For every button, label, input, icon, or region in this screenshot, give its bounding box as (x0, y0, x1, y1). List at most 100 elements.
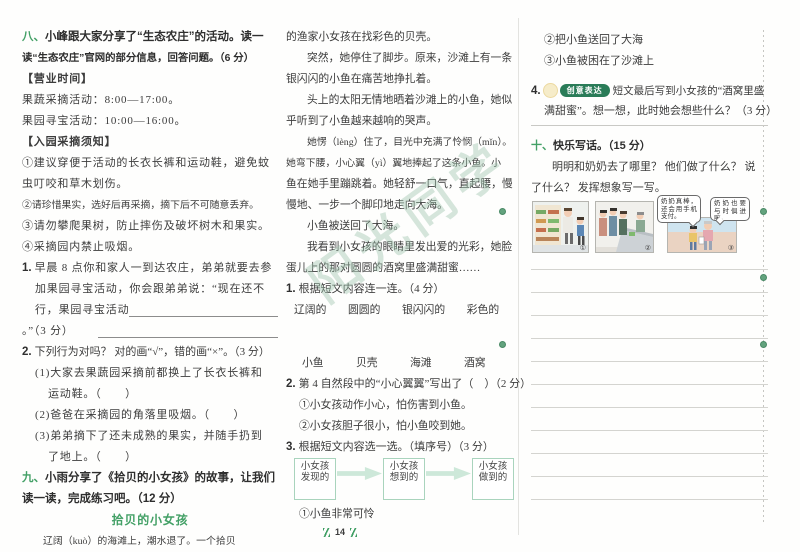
text-line: (1)大家去果蔬园采摘前都换上了长衣长裤和 (22, 363, 278, 384)
text-line: 突然，她停住了脚步。原来，沙滩上有一条 (286, 48, 515, 69)
flow-box: 小女孩 想到的 (383, 458, 425, 500)
edge-green-dot (760, 208, 767, 215)
line-text: 了什么？ 发挥想象写一写。 (531, 182, 666, 194)
worksheet-page: { "page": { "watermark": "阳光同学", "footer… (0, 0, 800, 551)
text-line: ①建议穿便于活动的长衣长裤和运动鞋，避免蚊 (22, 153, 278, 174)
line-number: 1. (286, 283, 296, 295)
text-line: 辽阔（kuò）的海滩上，潮水退了。一个拾贝 (22, 531, 278, 552)
creative-expression-badge: 创意表达 (559, 84, 610, 97)
line-text: 乎听到了小鱼越来越响的哭声。 (286, 115, 438, 127)
answer-blank-line (97, 321, 278, 338)
line-text: 拾贝的小女孩 (111, 513, 189, 527)
panel-3-number: ③ (727, 244, 734, 252)
edge-green-dot (760, 341, 767, 348)
line-text: 读“生态农庄”官网的部分信息，回答问题。（6 分） (22, 53, 255, 64)
column-2-lines-top: 的渔家小女孩在找彩色的贝壳。突然，她停住了脚步。原来，沙滩上有一条银闪闪的小鱼在… (286, 27, 531, 458)
text-line: 八、 小峰跟大家分享了“生态农庄”的活动。读一 (22, 27, 278, 48)
line-text: 她愣（lèng）住了，目光中充满了怜悯（mǐn）。 (307, 137, 513, 148)
panel-2: ② (595, 201, 654, 253)
panel-2-number: ② (644, 244, 651, 252)
text-line: 3. 根据短文内容选一选。（填序号）（3 分） (286, 437, 515, 458)
line-text: 【营业时间】 (22, 73, 93, 85)
answer-line (531, 125, 768, 126)
speech-bubble-2: 奶奶也要与时俱进嘛。 (710, 197, 750, 222)
text-line: 读一读，完成练习吧。（12 分） (22, 489, 278, 510)
text-line: ②小女孩胆子很小，怕小鱼咬到她。 (286, 416, 515, 437)
line-text: 早晨 8 点你和家人一到达农庄，弟弟就要去参 (34, 262, 273, 274)
text-line: 行，果园寻宝活动 (22, 300, 278, 321)
line-text: ②把小鱼送回了大海 (544, 34, 643, 46)
text-line: 小鱼被送回了大海。 (286, 216, 515, 237)
line-text: ③小鱼被困在了沙滩上 (544, 55, 654, 67)
line-text: 慢地、一步一个脚印地走向大海。 (286, 199, 448, 211)
text-line: 蛋儿上的那对圆圆的酒窝里盛满甜蜜…… (286, 258, 515, 279)
line-text: ③请勿攀爬果树，防止摔伤及破坏树木和果实。 (22, 220, 270, 232)
writing-prompt-comic-panels: ① ② 奶奶真棒，还会用手机支付。 奶奶也要与时俱进嘛。 ③ (531, 195, 768, 257)
line-text: 突然，她停住了脚步。原来，沙滩上有一条 (307, 52, 513, 64)
question-3-options: ②把小鱼送回了大海 ③小鱼被困在了沙滩上 (531, 30, 768, 72)
text-line: 明明和奶奶去了哪里？ 他们做了什么？ 说 (531, 157, 768, 178)
footer-slash-icon (350, 527, 358, 537)
line-text: 我看到小女孩的眼睛里发出爱的光彩，她脸 (307, 241, 513, 253)
section-ten-header: 十、 快乐写话。（15 分） (531, 135, 768, 157)
footer-slash-icon (323, 527, 330, 537)
text-line: 【入园采摘须知】 (22, 132, 278, 153)
line-text: 加果园寻宝活动，你会跟弟弟说：“现在还不 (35, 283, 265, 295)
flow-box: 小女孩 发现的 (294, 458, 336, 500)
edge-green-dot (760, 274, 767, 281)
page-number: 14 (335, 527, 346, 537)
panel-1: ① (532, 201, 589, 253)
flow-arrow-icon (337, 467, 382, 480)
line-text: 小雨分享了《拾贝的小女孩》的故事，让我们 (45, 472, 275, 484)
flow-box: 小女孩 做到的 (472, 458, 514, 500)
text-line: ③小鱼被困在了沙滩上 (531, 51, 768, 72)
text-line: 的渔家小女孩在找彩色的贝壳。 (286, 27, 515, 48)
answer-blank-line (129, 300, 278, 317)
text-line: 2. 下列行为对吗？ 对的画“√”，错的画“×”。（3 分） (22, 342, 278, 363)
writing-ruled-lines (531, 259, 768, 505)
text-line: 。”（3 分） (22, 321, 278, 342)
text-line: ①小鱼非常可怜 (286, 504, 515, 525)
flow-arrow-icon (426, 467, 471, 480)
line-text: 读一读，完成练习吧。（12 分） (22, 493, 182, 505)
text-line: ②把小鱼送回了大海 (531, 30, 768, 51)
line-text: ①建议穿便于活动的长衣长裤和运动鞋，避免蚊 (22, 157, 270, 169)
line-number: 九、 (22, 472, 45, 484)
line-text: 运动鞋。（ ） (48, 388, 137, 400)
line-text: 蛋儿上的那对圆圆的酒窝里盛满甜蜜…… (286, 262, 481, 274)
text-line: 加果园寻宝活动，你会跟弟弟说：“现在还不 (22, 279, 278, 300)
line-text: 下列行为对吗？ 对的画“√”，错的画“×”。（3 分） (34, 346, 270, 358)
text-line: (3)弟弟摘下了还未成熟的果实，并随手扔到 (22, 426, 278, 447)
line-text: 小鱼被送回了大海。 (307, 220, 405, 232)
line-text: (2)爸爸在采摘园的角落里吸烟。（ ） (35, 409, 246, 421)
line-text: 小鱼 贝壳 海滩 酒窝 (302, 357, 486, 369)
line-text: 她弯下腰，小心翼（yì）翼地捧起了这条小鱼。小 (286, 158, 502, 169)
text-line: 【营业时间】 (22, 69, 278, 90)
left-page-column-2: 的渔家小女孩在找彩色的贝壳。突然，她停住了脚步。原来，沙滩上有一条银闪闪的小鱼在… (286, 27, 531, 525)
text-line: 慢地、一步一个脚印地走向大海。 (286, 195, 515, 216)
text-line: 1. 根据短文内容连一连。（4 分） (286, 279, 515, 300)
line-text: 第 4 自然段中的“小心翼翼”写出了（ ）（2 分） (298, 378, 532, 390)
line-text: 鱼在她手里蹦跳着。她轻舒一口气，直起腰，慢 (286, 178, 513, 190)
line-text: 【入园采摘须知】 (22, 136, 117, 148)
text-line (286, 321, 515, 353)
page-gutter-line (518, 18, 519, 535)
line-text: ①小鱼非常可怜 (299, 508, 375, 520)
line-text: 小峰跟大家分享了“生态农庄”的活动。读一 (45, 31, 264, 43)
text-line: 我看到小女孩的眼睛里发出爱的光彩，她脸 (286, 237, 515, 258)
text-line: 她愣（lèng）住了，目光中充满了怜悯（mǐn）。 (286, 132, 515, 153)
line-text: ①小女孩动作小心，怕伤害到小鱼。 (299, 399, 472, 411)
text-line: 头上的太阳无情地晒着沙滩上的小鱼，她似 (286, 90, 515, 111)
line-text: 银闪闪的小鱼在痛苦地挣扎着。 (286, 73, 438, 85)
line-text: ②请珍惜果实，选好后再采摘，摘下后不可随意丢弃。 (22, 200, 260, 211)
text-line: 拾贝的小女孩 (22, 510, 278, 531)
text-line: ②请珍惜果实，选好后再采摘，摘下后不可随意丢弃。 (22, 195, 278, 216)
column-2-lines-bottom: ①小鱼非常可怜 (286, 504, 515, 525)
gutter-green-dot (499, 208, 506, 215)
line-text: 的渔家小女孩在找彩色的贝壳。 (286, 31, 438, 43)
text-line: 小鱼 贝壳 海滩 酒窝 (286, 353, 515, 374)
text-line: 她弯下腰，小心翼（yì）翼地捧起了这条小鱼。小 (286, 153, 515, 174)
question-3-flow-diagram: 小女孩 发现的 小女孩 想到的 小女孩 做到的 (286, 458, 515, 504)
line-number: 1. (22, 262, 32, 274)
line-text: 。”（3 分） (22, 325, 74, 337)
